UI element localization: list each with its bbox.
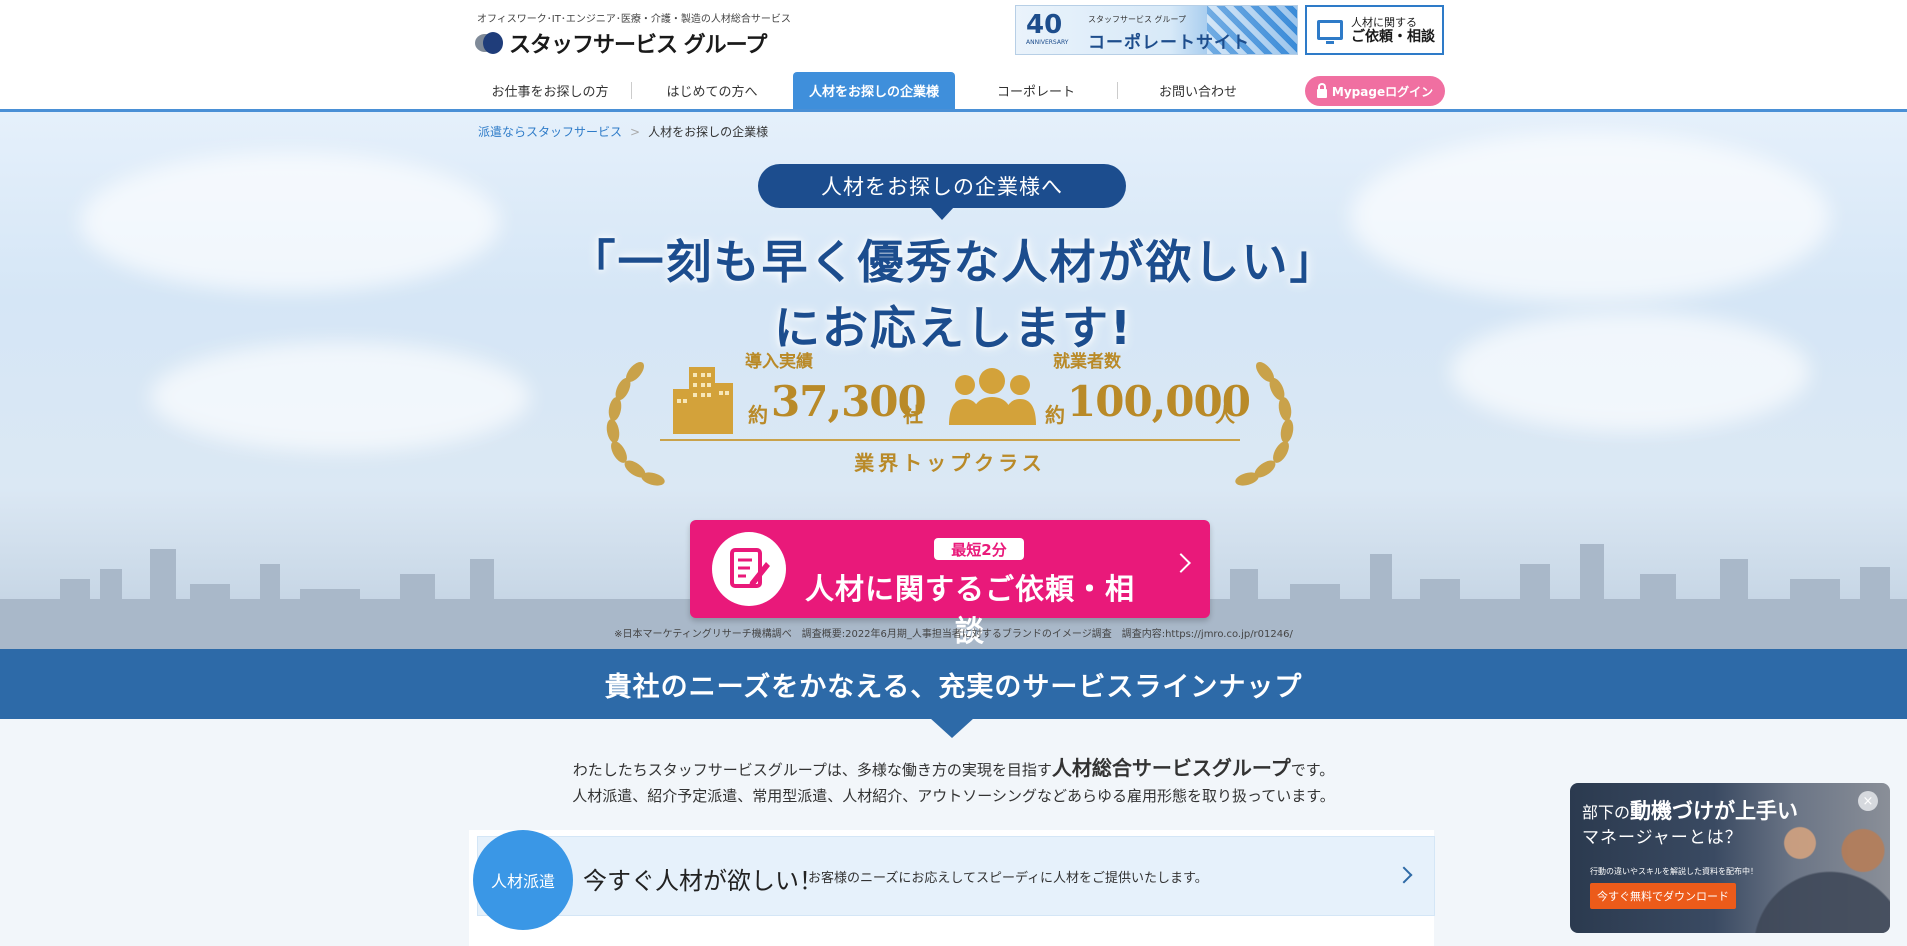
cta-icon-circle xyxy=(712,532,786,606)
band-pointer-icon xyxy=(930,718,974,738)
logo-text: スタッフサービス グループ xyxy=(509,33,767,58)
global-nav: お仕事をお探しの方 はじめての方へ 人材をお探しの企業様 コーポレート お問い合… xyxy=(469,72,1279,109)
computer-icon xyxy=(1317,20,1343,44)
award-divider xyxy=(660,439,1240,441)
nav-item-job-seekers[interactable]: お仕事をお探しの方 xyxy=(469,72,631,109)
service-item-staffing[interactable]: 人材派遣 今すぐ人材が欲しい！ お客様のニーズにお応えしてスピーディに人材をご提… xyxy=(473,830,1435,930)
document-pen-icon xyxy=(730,548,770,588)
corporate-group-label: スタッフサービス グループ xyxy=(1088,15,1187,24)
breadcrumb-home-link[interactable]: 派遣ならスタッフサービス xyxy=(478,125,622,139)
close-icon[interactable]: × xyxy=(1858,791,1878,811)
popup-heading-line1: 部下の動機づけが上手い xyxy=(1582,795,1798,825)
mypage-login-button[interactable]: Mypageログイン xyxy=(1305,76,1445,106)
stat-label-workers: 就業者数 xyxy=(1053,352,1121,372)
building-icon xyxy=(673,367,733,434)
free-download-button[interactable]: 今すぐ無料でダウンロード xyxy=(1590,883,1736,909)
popup-heading-bold: 動機づけが上手い xyxy=(1630,799,1799,823)
service-description: お客様のニーズにお応えしてスピーディに人材をご提供いたします。 xyxy=(808,871,1208,886)
hero-pill-label: 人材をお探しの企業様へ xyxy=(758,164,1126,208)
stat-prefix-adoption: 約 xyxy=(748,403,768,427)
stat-label-adoption: 導入実績 xyxy=(745,352,813,372)
consult-request-cta-button[interactable]: 最短2分 人材に関するご依頼・相談 xyxy=(690,520,1210,648)
popup-heading-pre: 部下の xyxy=(1582,803,1631,822)
stat-prefix-workers: 約 xyxy=(1045,403,1065,427)
intro-before: わたしたちスタッフサービスグループは、多様な働き方の実現を目指す xyxy=(572,761,1052,779)
services-intro-line1: わたしたちスタッフサービスグループは、多様な働き方の実現を目指す人材総合サービス… xyxy=(0,752,1907,781)
people-icon xyxy=(949,368,1036,425)
popup-heading-line2: マネージャーとは？ xyxy=(1582,828,1743,848)
download-promo-popup[interactable]: 部下の動機づけが上手い マネージャーとは？ 行動の違いやスキルを解説した資料を配… xyxy=(1570,783,1890,933)
intro-bold: 人材総合サービスグループ xyxy=(1051,756,1291,780)
nav-item-first-time[interactable]: はじめての方へ xyxy=(631,72,793,109)
service-card: 人材派遣 今すぐ人材が欲しい！ お客様のニーズにお応えしてスピーディに人材をご提… xyxy=(469,830,1435,946)
pill-pointer-icon xyxy=(930,207,954,220)
consult-line1: 人材に関する xyxy=(1351,16,1417,29)
cta-badge: 最短2分 xyxy=(934,538,1024,560)
nav-item-corporate[interactable]: コーポレート xyxy=(955,72,1117,109)
mypage-login-label: Mypageログイン xyxy=(1331,84,1434,99)
breadcrumb: 派遣ならスタッフサービス > 人材をお探しの企業様 xyxy=(478,123,768,140)
award-class-label: 業界トップクラス xyxy=(854,451,1046,475)
site-header: オフィスワーク･IT･エンジニア･医療・介護・製造の人材総合サービス スタッフサ… xyxy=(0,0,1907,112)
hero-headline-line1: 「一刻も早く優秀な人材が欲しい」 xyxy=(569,235,1338,289)
breadcrumb-separator-icon: > xyxy=(630,125,641,139)
cloud-decoration xyxy=(150,342,530,452)
corporate-site-label: コーポレートサイト xyxy=(1088,33,1250,53)
nav-item-companies[interactable]: 人材をお探しの企業様 xyxy=(793,72,955,109)
chevron-right-icon xyxy=(1395,866,1413,884)
stat-unit-workers: 人 xyxy=(1215,403,1235,427)
nav-item-contact[interactable]: お問い合わせ xyxy=(1117,72,1279,109)
corporate-site-banner[interactable]: 40 ANNIVERSARY スタッフサービス グループ コーポレートサイト xyxy=(1015,5,1298,55)
hero-section: 派遣ならスタッフサービス > 人材をお探しの企業様 人材をお探しの企業様へ 「一刻も… xyxy=(0,112,1907,649)
breadcrumb-current: 人材をお探しの企業様 xyxy=(648,125,769,139)
stat-unit-adoption: 社 xyxy=(903,403,923,427)
lock-icon xyxy=(1316,82,1327,98)
consult-line2: ご依頼・相談 xyxy=(1351,29,1435,45)
popup-description: 行動の違いやスキルを解説した資料を配布中！ xyxy=(1590,867,1758,876)
site-logo[interactable]: スタッフサービス グループ xyxy=(475,30,767,58)
services-band-title: 貴社のニーズをかなえる、充実のサービスラインナップ xyxy=(0,649,1907,719)
service-badge: 人材派遣 xyxy=(473,830,573,930)
award-stats: 導入実績 約 37,300 社 就業者数 約 100,000 人 業界トップクラ… xyxy=(595,347,1305,487)
anniversary-label: ANNIVERSARY xyxy=(1026,39,1069,46)
chevron-right-icon xyxy=(1171,553,1191,573)
consult-request-button[interactable]: 人材に関する ご依頼・相談 xyxy=(1305,5,1444,55)
survey-footnote: ※日本マーケティングリサーチ機構調べ 調査概要:2022年6月期_人事担当者に対… xyxy=(614,629,1293,640)
intro-after: です。 xyxy=(1290,761,1335,779)
service-title: 今すぐ人材が欲しい！ xyxy=(583,867,823,895)
logo-icon xyxy=(475,31,503,55)
site-tagline: オフィスワーク･IT･エンジニア･医療・介護・製造の人材総合サービス xyxy=(477,14,791,25)
anniversary-number: 40 xyxy=(1026,10,1063,40)
